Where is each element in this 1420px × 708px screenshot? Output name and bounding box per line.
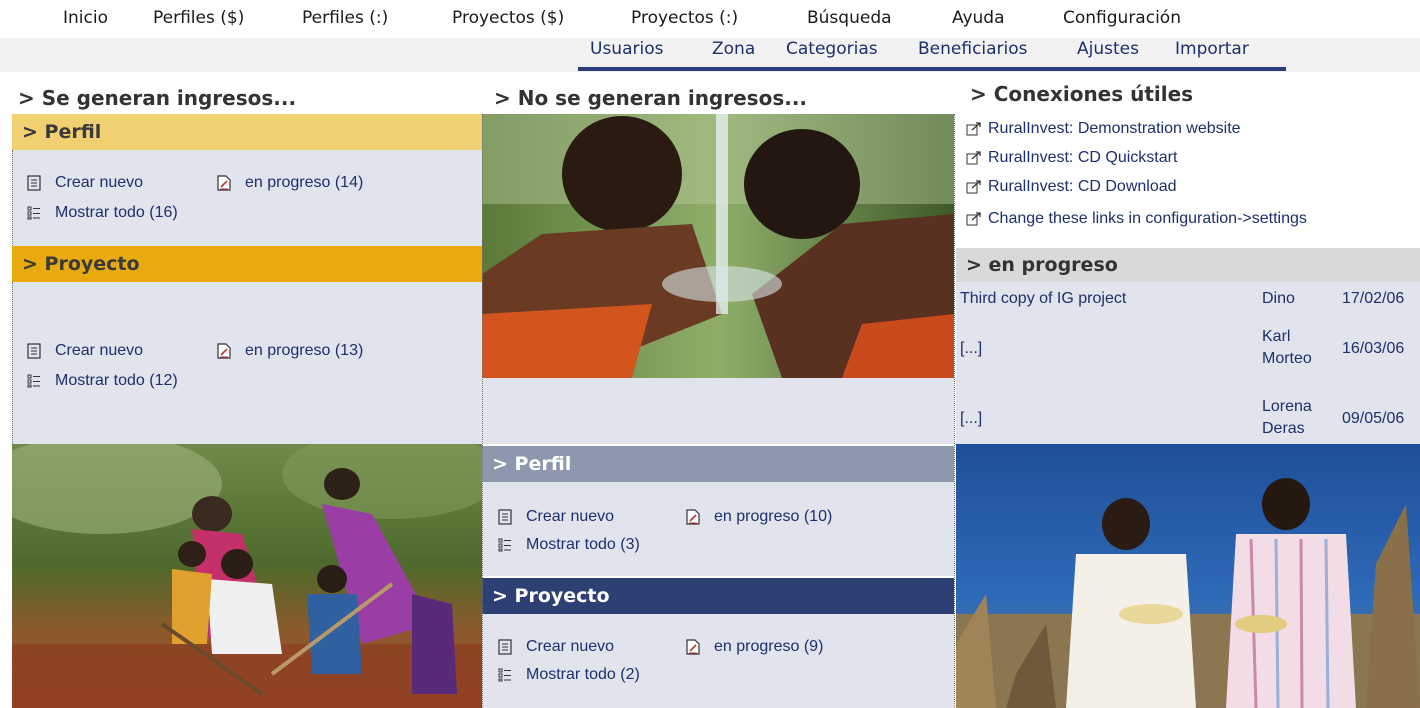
photo-farmers-field (12, 444, 482, 708)
create-label: Crear nuevo (55, 174, 144, 191)
menu-busqueda[interactable]: Búsqueda (807, 8, 892, 28)
document-lines-icon (498, 509, 512, 525)
row2-date: 16/03/06 (1342, 340, 1405, 357)
document-lines-icon (27, 343, 41, 359)
submenu-usuarios[interactable]: Usuarios (590, 39, 663, 59)
top-menu: Inicio Perfiles ($) Perfiles (:) Proyect… (0, 0, 1420, 38)
no-income-perfil-header: > Perfil (482, 446, 954, 482)
photo-farmers-corn (956, 444, 1420, 708)
row1-project-name[interactable]: Third copy of IG project (960, 288, 1200, 310)
useful-links-heading: > Conexiones útiles (970, 82, 1194, 106)
document-lines-icon (27, 175, 41, 191)
menu-configuracion[interactable]: Configuración (1063, 8, 1181, 28)
link-demo-website[interactable]: RuralInvest: Demonstration website (966, 120, 1241, 138)
row2-project-name[interactable]: [...] (960, 338, 1200, 360)
income-proyecto-panel: Crear nuevo en progreso (13) Mostrar tod… (12, 282, 483, 444)
document-edit-icon (686, 639, 700, 655)
menu-ayuda[interactable]: Ayuda (952, 8, 1005, 28)
in-progress-header: > en progreso (956, 248, 1420, 282)
link-label: RuralInvest: CD Quickstart (988, 149, 1178, 166)
row3-date: 09/05/06 (1342, 410, 1405, 427)
link-label: RuralInvest: Demonstration website (988, 120, 1241, 137)
income-perfil-show-all[interactable]: Mostrar todo (16) (27, 204, 178, 222)
row1-date: 17/02/06 (1342, 290, 1405, 307)
create-label: Crear nuevo (526, 508, 615, 525)
income-proyecto-show-all[interactable]: Mostrar todo (12) (27, 372, 178, 390)
submenu-importar[interactable]: Importar (1175, 39, 1249, 59)
income-column-heading: > Se generan ingresos... (18, 86, 297, 110)
column-divider-1 (482, 114, 483, 708)
income-perfil-panel: Crear nuevo en progreso (14) Mostrar tod… (12, 150, 483, 246)
link-cd-download[interactable]: RuralInvest: CD Download (966, 178, 1177, 196)
link-change-settings[interactable]: Change these links in configuration->set… (966, 210, 1307, 228)
external-link-icon (966, 212, 981, 226)
row2-user: Karl Morteo (1262, 328, 1312, 367)
show-all-label: Mostrar todo (16) (55, 204, 178, 221)
show-all-label: Mostrar todo (2) (526, 666, 640, 683)
document-edit-icon (217, 175, 231, 191)
menu-inicio[interactable]: Inicio (63, 8, 108, 28)
create-label: Crear nuevo (55, 342, 144, 359)
document-lines-icon (498, 639, 512, 655)
document-edit-icon (217, 343, 231, 359)
no-income-panel-filler (482, 378, 954, 444)
link-cd-quickstart[interactable]: RuralInvest: CD Quickstart (966, 149, 1177, 167)
external-link-icon (966, 122, 981, 136)
no-income-proyecto-show-all[interactable]: Mostrar todo (2) (498, 666, 640, 684)
list-icon (27, 374, 40, 388)
in-progress-table: Third copy of IG project Dino 17/02/06 [… (956, 282, 1420, 444)
no-income-perfil-show-all[interactable]: Mostrar todo (3) (498, 536, 640, 554)
income-perfil-in-progress[interactable]: en progreso (14) (217, 174, 363, 192)
income-perfil-create[interactable]: Crear nuevo (27, 174, 143, 192)
show-all-label: Mostrar todo (12) (55, 372, 178, 389)
list-icon (27, 206, 40, 220)
no-income-proyecto-in-progress[interactable]: en progreso (9) (686, 638, 823, 656)
no-income-proyecto-panel: Crear nuevo en progreso (9) Mostrar todo… (482, 614, 954, 708)
row1-user: Dino (1262, 290, 1295, 307)
submenu-categorias[interactable]: Categorias (786, 39, 878, 59)
list-icon (498, 538, 511, 552)
external-link-icon (966, 151, 981, 165)
income-perfil-header: > Perfil (12, 114, 482, 150)
progress-label: en progreso (14) (245, 174, 364, 191)
list-icon (498, 668, 511, 682)
submenu-ajustes[interactable]: Ajustes (1077, 39, 1139, 59)
no-income-column-heading: > No se generan ingresos... (494, 86, 808, 110)
show-all-label: Mostrar todo (3) (526, 536, 640, 553)
row3-project-name[interactable]: [...] (960, 408, 1200, 430)
submenu-underline (578, 67, 1286, 71)
submenu-beneficiarios[interactable]: Beneficiarios (918, 39, 1028, 59)
income-proyecto-header: > Proyecto (12, 246, 482, 282)
income-proyecto-in-progress[interactable]: en progreso (13) (217, 342, 363, 360)
menu-proyectos-dinero[interactable]: Proyectos ($) (452, 8, 564, 28)
submenu-zona[interactable]: Zona (712, 39, 755, 59)
progress-label: en progreso (13) (245, 342, 364, 359)
income-proyecto-create[interactable]: Crear nuevo (27, 342, 143, 360)
progress-label: en progreso (9) (714, 638, 824, 655)
create-label: Crear nuevo (526, 638, 615, 655)
progress-label: en progreso (10) (714, 508, 833, 525)
document-edit-icon (686, 509, 700, 525)
link-label: Change these links in configuration->set… (988, 210, 1307, 227)
menu-perfiles-dinero[interactable]: Perfiles ($) (153, 8, 244, 28)
no-income-proyecto-header: > Proyecto (482, 578, 954, 614)
no-income-perfil-create[interactable]: Crear nuevo (498, 508, 614, 526)
no-income-proyecto-create[interactable]: Crear nuevo (498, 638, 614, 656)
link-label: RuralInvest: CD Download (988, 178, 1177, 195)
menu-proyectos-social[interactable]: Proyectos (:) (631, 8, 738, 28)
photo-children-drinking-water (482, 114, 954, 378)
no-income-perfil-panel: Crear nuevo en progreso (10) Mostrar tod… (482, 482, 954, 576)
column-divider-2 (954, 114, 955, 708)
external-link-icon (966, 180, 981, 194)
row3-user: Lorena Deras (1262, 398, 1312, 437)
no-income-perfil-in-progress[interactable]: en progreso (10) (686, 508, 832, 526)
menu-perfiles-social[interactable]: Perfiles (:) (302, 8, 388, 28)
